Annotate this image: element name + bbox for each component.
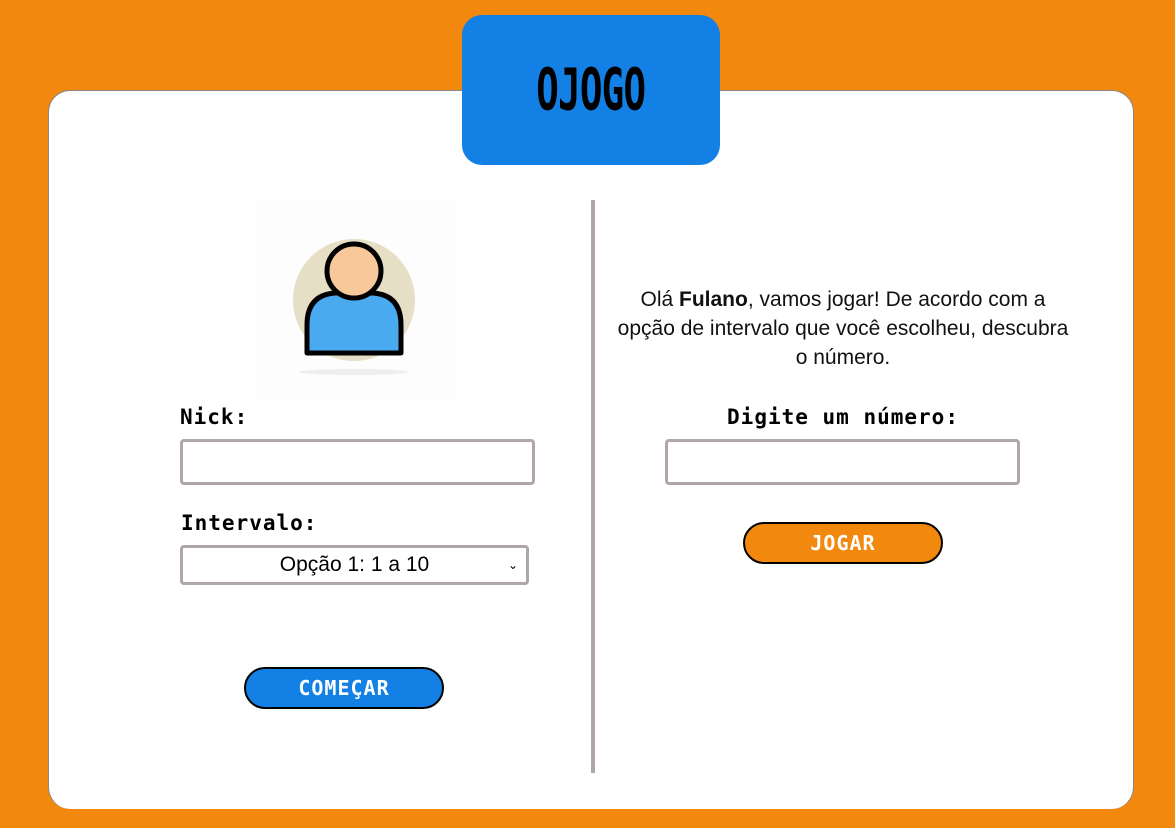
chevron-down-icon: ⌄	[507, 558, 518, 572]
play-button[interactable]: JOGAR	[743, 522, 943, 564]
player-name: Fulano	[679, 288, 748, 311]
start-button[interactable]: COMEÇAR	[244, 667, 444, 709]
interval-label: Intervalo:	[181, 511, 318, 535]
user-avatar-icon	[255, 200, 455, 400]
greeting-message: Olá Fulano, vamos jogar! De acordo com a…	[610, 285, 1076, 372]
interval-select[interactable]: Opção 1: 1 a 10 ⌄	[180, 545, 529, 585]
greeting-prefix: Olá	[640, 288, 680, 311]
interval-selected-value: Opção 1: 1 a 10	[279, 553, 430, 576]
page-title: OJOGO	[536, 56, 646, 124]
nick-input[interactable]	[180, 439, 535, 485]
title-banner: OJOGO	[462, 15, 720, 165]
nick-label: Nick:	[180, 405, 249, 429]
divider	[591, 200, 595, 773]
number-input[interactable]	[665, 439, 1020, 485]
number-label: Digite um número:	[727, 405, 959, 429]
